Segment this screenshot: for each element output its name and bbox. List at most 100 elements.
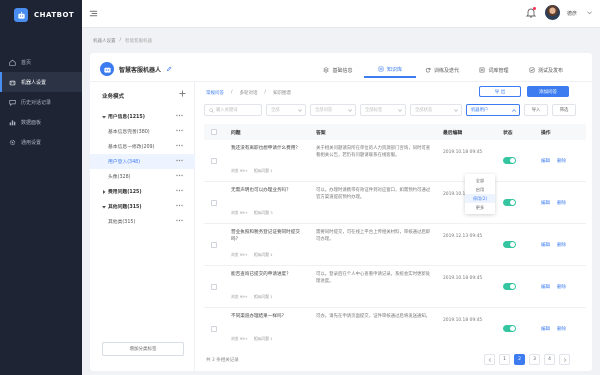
dropdown-option-selected[interactable]: 停用(2) (465, 194, 495, 203)
prev-page-button[interactable] (484, 354, 495, 365)
edit-link[interactable]: 编辑 (541, 284, 550, 290)
filter-select-4[interactable]: 全部状态 (410, 104, 462, 116)
select-all-checkbox[interactable] (211, 129, 217, 135)
avatar[interactable] (545, 5, 560, 20)
question-text[interactable]: 能否查询已提交的申请进度？ (231, 271, 305, 278)
subtab-multiturn[interactable]: 多轮对话 (240, 90, 258, 96)
similar-count: 相似问题 3 (253, 210, 273, 215)
row-checkbox[interactable] (211, 200, 217, 206)
export-button[interactable]: 导 出 (479, 86, 521, 97)
sidebar: CHATBOT 首页 机器人设置 历史对话记录 数据面板 通用设置 (0, 0, 82, 375)
row-checkbox[interactable] (211, 158, 217, 164)
row-checkbox[interactable] (211, 326, 217, 332)
filter-button[interactable]: 筛选 (552, 104, 576, 116)
sidebar-item-home[interactable]: 首页 (0, 52, 82, 72)
edit-time: 2019.10.18 09:45 (443, 150, 483, 155)
edit-link[interactable]: 编辑 (541, 242, 550, 248)
more-icon[interactable] (176, 159, 183, 162)
bot-name: 智慧客服机器人 (119, 66, 162, 74)
breadcrumb-item[interactable]: 机器人设置 (93, 38, 116, 44)
sidebar-item-history[interactable]: 历史对话记录 (0, 92, 82, 112)
next-page-button[interactable] (559, 354, 570, 365)
page-button[interactable]: 3 (529, 354, 540, 365)
delete-link[interactable]: 删除 (557, 326, 566, 332)
delete-link[interactable]: 删除 (557, 158, 566, 164)
tab-basic-info[interactable]: 基础信息 (312, 62, 364, 78)
status-toggle[interactable] (503, 157, 516, 164)
caret-down-icon[interactable] (102, 115, 106, 119)
search-input[interactable]: 输入关键词 (204, 104, 262, 116)
edit-link[interactable]: 编辑 (541, 326, 550, 332)
more-icon[interactable] (176, 174, 183, 177)
subtab-standard[interactable]: 常规问答 (206, 90, 224, 96)
more-icon[interactable] (176, 204, 183, 207)
row-checkbox[interactable] (211, 242, 217, 248)
tree-list: 用户信息(1215) 基本信息完善(380) 基本信息—修改(209) 用户登入… (90, 109, 195, 229)
user-name[interactable]: 德彦 (567, 10, 577, 17)
page-button[interactable]: 1 (499, 354, 510, 365)
tab-test-publish[interactable]: 测试及发布 (520, 62, 572, 78)
views-count: 浏览 99+ (231, 336, 248, 341)
tree-group-other[interactable]: 其他问题(315) (90, 199, 195, 214)
more-icon[interactable] (176, 129, 183, 132)
tab-training[interactable]: 训练及迭代 (416, 62, 468, 78)
tab-knowledge-base[interactable]: 知识库 (364, 62, 416, 78)
chevron-down-icon[interactable] (587, 11, 592, 15)
plus-icon[interactable] (179, 90, 186, 97)
sidebar-item-dashboard[interactable]: 数据面板 (0, 112, 82, 132)
page-button-current[interactable]: 2 (514, 354, 525, 365)
question-text[interactable]: 营业执照和税务登记证要同时提交吗？ (231, 229, 305, 243)
question-text[interactable]: 我还没有离职也想申请什么费用？ (231, 145, 305, 152)
tree-item[interactable]: 其他类(315) (90, 214, 195, 229)
tree-item[interactable]: 基本信息—修改(209) (90, 139, 195, 154)
add-qa-button[interactable]: 添加问答 (527, 86, 569, 97)
menu-toggle-icon[interactable] (89, 9, 98, 18)
tab-label: 测试及发布 (537, 67, 563, 74)
caret-right-icon[interactable] (102, 189, 106, 194)
subtab-knowledge-graph[interactable]: 知识图谱 (273, 90, 291, 96)
status-toggle[interactable] (503, 325, 516, 332)
page-button[interactable]: 4 (544, 354, 555, 365)
chart-icon (9, 119, 16, 125)
sidebar-item-general-settings[interactable]: 通用设置 (0, 132, 82, 152)
tree-item[interactable]: 头像(328) (90, 169, 195, 184)
row-checkbox[interactable] (211, 284, 217, 290)
delete-link[interactable]: 删除 (557, 242, 566, 248)
sidebar-item-robot-settings[interactable]: 机器人设置 (0, 72, 82, 92)
edit-icon[interactable] (166, 66, 172, 72)
brand[interactable]: CHATBOT (0, 0, 82, 30)
topbar: 德彦 (82, 0, 600, 28)
more-icon[interactable] (176, 144, 183, 147)
views-count: 浏览 99+ (231, 252, 248, 257)
filter-select-5[interactable]: 机器用户 (466, 104, 520, 116)
book-icon (378, 66, 384, 72)
status-toggle[interactable] (503, 241, 516, 248)
filter-select-2[interactable]: 全部问答 (310, 104, 356, 116)
filter-select-1[interactable]: 全部 (266, 104, 306, 116)
more-icon[interactable] (176, 219, 183, 222)
tree-item-active[interactable]: 用户登入(348) (90, 154, 195, 169)
views-count: 浏览 99+ (231, 294, 248, 299)
question-meta: 浏览 99+ 相似问题 1 (231, 294, 273, 300)
more-icon[interactable] (176, 114, 183, 117)
more-icon[interactable] (176, 189, 183, 192)
question-text[interactable]: 不同渠道办理结果一样吗？ (231, 313, 305, 320)
tree-group-user-info[interactable]: 用户信息(1215) (90, 109, 195, 124)
dropdown-option[interactable]: 更多 (465, 203, 495, 212)
filter-select-3[interactable]: 全部标签 (360, 104, 406, 116)
status-toggle[interactable] (503, 199, 516, 206)
caret-down-icon[interactable] (102, 205, 106, 209)
add-category-button[interactable]: 增加分类标签 (102, 342, 184, 356)
tree-item[interactable]: 基本信息完善(380) (90, 124, 195, 139)
delete-link[interactable]: 删除 (557, 200, 566, 206)
status-toggle[interactable] (503, 283, 516, 290)
tab-lexicon[interactable]: 词库管理 (468, 62, 520, 78)
dropdown-option[interactable]: 启用 (465, 185, 495, 194)
edit-link[interactable]: 编辑 (541, 200, 550, 206)
tree-group-fees[interactable]: 费用问题(125) (90, 184, 195, 199)
edit-link[interactable]: 编辑 (541, 158, 550, 164)
question-text[interactable]: 无需声明也可以办理业务吗？ (231, 187, 305, 194)
import-button[interactable]: 导入 (524, 104, 548, 116)
dropdown-option[interactable]: 全部 (465, 176, 495, 185)
delete-link[interactable]: 删除 (557, 284, 566, 290)
